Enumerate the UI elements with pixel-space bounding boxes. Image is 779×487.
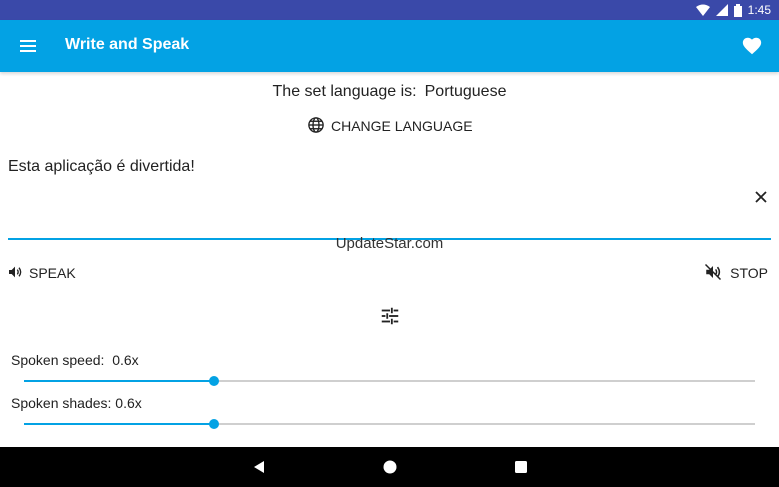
slider-thumb[interactable] xyxy=(209,376,220,386)
close-icon[interactable] xyxy=(751,187,771,207)
signal-icon xyxy=(715,4,728,16)
menu-icon[interactable] xyxy=(18,35,40,57)
speak-label: SPEAK xyxy=(29,265,76,281)
tune-icon[interactable] xyxy=(379,305,401,327)
speech-text-input[interactable]: Esta aplicação é divertida! xyxy=(8,158,738,176)
heart-icon[interactable] xyxy=(741,35,763,57)
language-prefix: The set language is: xyxy=(272,83,417,100)
spoken-shades-label: Spoken shades: 0.6x xyxy=(11,395,142,411)
app-title: Write and Speak xyxy=(65,36,190,53)
back-icon[interactable] xyxy=(251,459,267,475)
spoken-shades-slider[interactable] xyxy=(24,417,755,431)
change-language-label: CHANGE LANGUAGE xyxy=(331,118,473,134)
app-bar: Write and Speak xyxy=(0,20,779,72)
status-bar: 1:45 xyxy=(0,0,779,20)
status-icons: 1:45 xyxy=(695,3,771,17)
battery-icon xyxy=(733,3,742,17)
volume-icon xyxy=(7,264,23,283)
wifi-icon xyxy=(695,4,710,16)
change-language-button[interactable]: CHANGE LANGUAGE xyxy=(307,115,473,137)
home-icon[interactable] xyxy=(382,459,398,475)
status-time: 1:45 xyxy=(747,3,771,17)
speak-button[interactable]: SPEAK xyxy=(7,263,76,283)
volume-off-icon xyxy=(704,263,722,284)
stop-button[interactable]: STOP xyxy=(704,263,768,283)
spoken-speed-text: Spoken speed: xyxy=(11,352,105,368)
navigation-bar xyxy=(0,447,779,487)
spoken-shades-text: Spoken shades: xyxy=(11,395,112,411)
spoken-speed-label: Spoken speed: 0.6x xyxy=(11,352,139,368)
slider-thumb[interactable] xyxy=(209,419,220,429)
language-value: Portuguese xyxy=(424,83,507,100)
spoken-speed-slider[interactable] xyxy=(24,374,755,388)
stop-label: STOP xyxy=(730,265,768,281)
recents-icon[interactable] xyxy=(513,459,529,475)
globe-icon xyxy=(307,116,325,137)
watermark: UpdateStar.com xyxy=(335,235,444,252)
language-line: The set language is: Portuguese xyxy=(0,83,779,101)
slider-fill xyxy=(24,380,215,382)
slider-fill xyxy=(24,423,215,425)
spoken-shades-value: 0.6x xyxy=(115,395,142,411)
spoken-speed-value: 0.6x xyxy=(112,352,139,368)
